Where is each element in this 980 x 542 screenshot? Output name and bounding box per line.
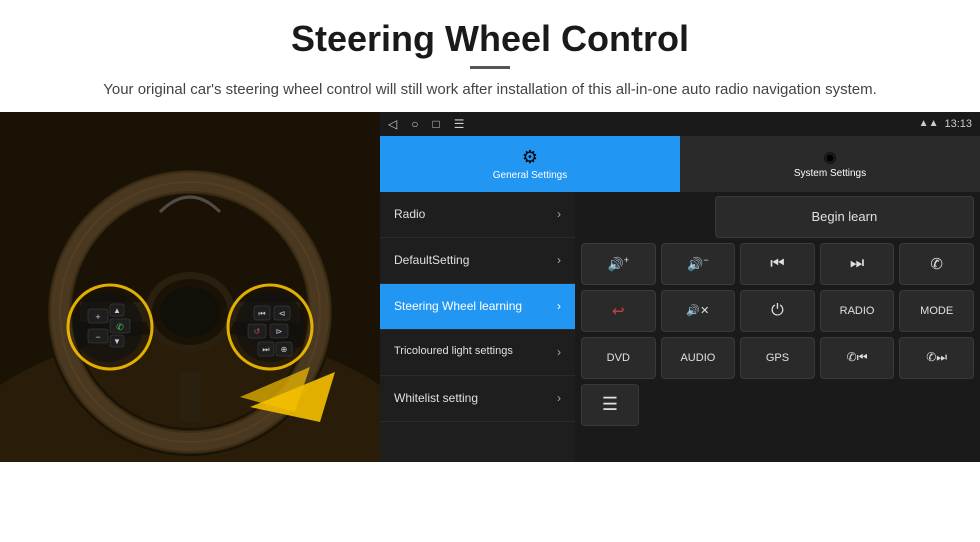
menu-btn[interactable]: ☰ <box>581 384 639 426</box>
svg-text:✆: ✆ <box>116 322 124 332</box>
tab-general-label: General Settings <box>493 170 568 181</box>
controls-row-3: DVD AUDIO GPS ✆⏮ ✆⏭ <box>581 337 974 379</box>
menu-panel: Radio › DefaultSetting › Steering Wheel … <box>380 192 575 462</box>
svg-text:⊕: ⊕ <box>281 345 288 354</box>
next-track-icon: ⏭ <box>850 255 864 273</box>
vol-down-icon: 🔊− <box>687 255 708 272</box>
title-divider <box>470 66 510 69</box>
svg-text:⏭: ⏭ <box>262 345 269 354</box>
phone-next-icon: ✆⏭ <box>926 350 947 365</box>
svg-text:⊲: ⊲ <box>279 309 286 318</box>
menu-item-defaultsetting[interactable]: DefaultSetting › <box>380 238 575 284</box>
svg-text:+: + <box>95 312 100 322</box>
controls-row-1: 🔊+ 🔊− ⏮ ⏭ ✆ <box>581 243 974 285</box>
vol-down-button[interactable]: 🔊− <box>661 243 736 285</box>
gps-button[interactable]: GPS <box>740 337 815 379</box>
svg-text:▲: ▲ <box>113 306 121 315</box>
chevron-icon: › <box>557 299 561 313</box>
home-icon[interactable]: ○ <box>411 117 418 131</box>
mode-button[interactable]: MODE <box>899 290 974 332</box>
page-subtitle: Your original car's steering wheel contr… <box>60 79 920 102</box>
system-icon: ◉ <box>823 148 836 166</box>
svg-text:−: − <box>95 332 100 342</box>
menu-icon[interactable]: ☰ <box>454 117 465 131</box>
top-section: Steering Wheel Control Your original car… <box>0 0 980 112</box>
status-bar: ◁ ○ □ ☰ ▲▲ 13:13 <box>380 112 980 136</box>
tab-general-settings[interactable]: ⚙ General Settings <box>380 136 680 192</box>
phone-button[interactable]: ✆ <box>899 243 974 285</box>
gear-icon: ⚙ <box>522 147 538 168</box>
car-ui: ◁ ○ □ ☰ ▲▲ 13:13 ⚙ General Settings ◉ Sy… <box>380 112 980 462</box>
phone-next-button[interactable]: ✆⏭ <box>899 337 974 379</box>
begin-learn-row: Begin learn <box>581 196 974 238</box>
mode-label: MODE <box>920 305 953 317</box>
back-icon[interactable]: ◁ <box>388 117 397 131</box>
tab-system-label: System Settings <box>794 168 866 179</box>
tab-bar: ⚙ General Settings ◉ System Settings <box>380 136 980 192</box>
audio-button[interactable]: AUDIO <box>661 337 736 379</box>
svg-text:▼: ▼ <box>113 337 121 346</box>
radio-button[interactable]: RADIO <box>820 290 895 332</box>
hangup-button[interactable]: ↩ <box>581 290 656 332</box>
chevron-icon: › <box>557 207 561 221</box>
power-button[interactable]: ⏻ <box>740 290 815 332</box>
tab-system-settings[interactable]: ◉ System Settings <box>680 136 980 192</box>
hangup-icon: ↩ <box>612 302 625 320</box>
power-icon: ⏻ <box>771 302 784 320</box>
menu-item-radio[interactable]: Radio › <box>380 192 575 238</box>
nav-icons: ◁ ○ □ ☰ <box>388 117 465 131</box>
controls-row-2: ↩ 🔊✕ ⏻ RADIO MODE <box>581 290 974 332</box>
content-area: + − ✆ ▲ ▼ ⏮ ⊲ ↺ ⊳ <box>0 112 980 462</box>
empty-spacer <box>581 196 710 238</box>
prev-track-button[interactable]: ⏮ <box>740 243 815 285</box>
audio-label: AUDIO <box>680 352 715 364</box>
controls-row-4: ☰ <box>581 384 974 426</box>
phone-prev-button[interactable]: ✆⏮ <box>820 337 895 379</box>
controls-panel: Begin learn 🔊+ 🔊− ⏮ ⏭ <box>575 192 980 462</box>
svg-text:↺: ↺ <box>254 327 261 336</box>
gps-label: GPS <box>766 352 789 364</box>
menu-item-steering[interactable]: Steering Wheel learning › <box>380 284 575 330</box>
phone-prev-icon: ✆⏮ <box>847 350 868 365</box>
mute-button[interactable]: 🔊✕ <box>661 290 736 332</box>
dvd-button[interactable]: DVD <box>581 337 656 379</box>
menu-item-whitelist[interactable]: Whitelist setting › <box>380 376 575 422</box>
vol-up-icon: 🔊+ <box>608 255 629 272</box>
svg-text:⏮: ⏮ <box>258 309 265 318</box>
prev-track-icon: ⏮ <box>770 255 784 273</box>
chevron-icon: › <box>557 345 561 359</box>
phone-icon: ✆ <box>930 255 943 273</box>
status-right: ▲▲ 13:13 <box>919 118 972 130</box>
radio-label: RADIO <box>840 305 875 317</box>
next-track-button[interactable]: ⏭ <box>820 243 895 285</box>
menu-btn-icon: ☰ <box>602 394 618 415</box>
steering-wheel-image: + − ✆ ▲ ▼ ⏮ ⊲ ↺ ⊳ <box>0 112 380 462</box>
mute-icon: 🔊✕ <box>686 304 709 317</box>
dvd-label: DVD <box>607 352 630 364</box>
recent-icon[interactable]: □ <box>432 117 439 131</box>
page-title: Steering Wheel Control <box>60 18 920 60</box>
main-content: Radio › DefaultSetting › Steering Wheel … <box>380 192 980 462</box>
menu-item-tricoloured[interactable]: Tricoloured light settings › <box>380 330 575 376</box>
vol-up-button[interactable]: 🔊+ <box>581 243 656 285</box>
chevron-icon: › <box>557 391 561 405</box>
signal-icon: ▲▲ <box>919 118 939 129</box>
chevron-icon: › <box>557 253 561 267</box>
svg-text:⊳: ⊳ <box>276 327 283 336</box>
begin-learn-button[interactable]: Begin learn <box>715 196 974 238</box>
clock: 13:13 <box>944 118 972 130</box>
